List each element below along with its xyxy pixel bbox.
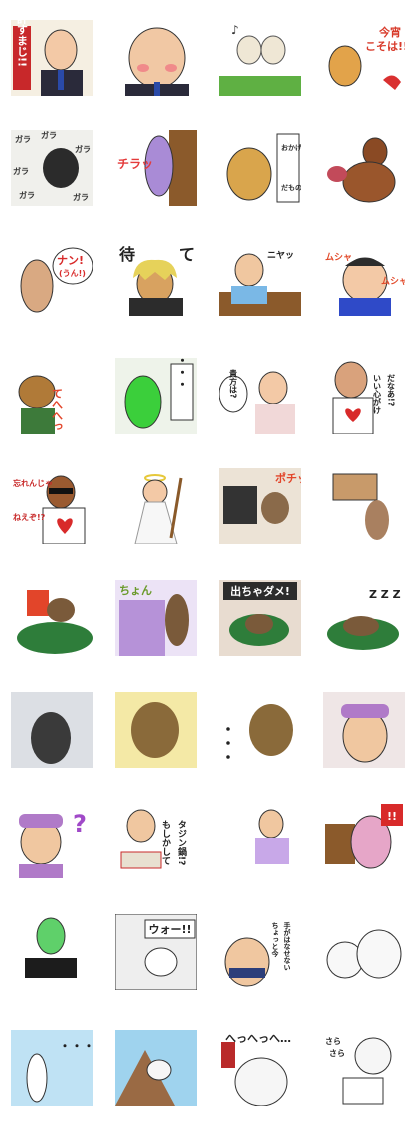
sticker-grid: 許すまじ!! ♪ 今宵 こそは!! ガラ ガラ ガラ ガラ ガラ ガラ チラッ … bbox=[0, 0, 420, 1121]
tagine-text-2: タジン鍋!? bbox=[176, 820, 187, 865]
potato-text-1: おかげさまで bbox=[281, 143, 301, 152]
question-text: ? bbox=[73, 810, 87, 838]
bowling-pin-sticker[interactable]: ・・・ bbox=[11, 1030, 93, 1106]
heart-man-sticker[interactable]: いい心がけ だなあ!? bbox=[323, 358, 405, 434]
munch-text-2: ムシャ bbox=[381, 276, 405, 287]
wait-text-2: て bbox=[179, 245, 195, 264]
cliff-creature-sticker[interactable] bbox=[115, 1030, 197, 1106]
green-face-phone-sticker[interactable] bbox=[11, 914, 93, 990]
dog-face-burst-sticker[interactable] bbox=[115, 692, 197, 768]
potato-sticker[interactable]: おかげさまで だもの bbox=[219, 130, 301, 206]
zzz-text: Z Z Z bbox=[369, 588, 401, 601]
wrestler-wait-sticker[interactable]: 待 て bbox=[115, 240, 197, 316]
naan-text: ナン! bbox=[57, 254, 84, 267]
bald-man-closeup-sticker[interactable] bbox=[115, 20, 197, 96]
click-text: ポチッ bbox=[275, 471, 301, 485]
dog-peek-sticker[interactable]: ちょん bbox=[115, 580, 197, 656]
laugh-text: へっへっへ… bbox=[225, 1032, 291, 1045]
comic-wow-sticker[interactable]: ウォー!! bbox=[115, 914, 197, 990]
smooth-text-1: さら bbox=[325, 1037, 341, 1046]
who-text: 貴方は? bbox=[229, 369, 238, 399]
rattle-text-2: ガラ bbox=[41, 130, 57, 140]
heart-text-2: だなあ!? bbox=[387, 374, 396, 407]
potato-text-2: だもの bbox=[281, 184, 301, 192]
angry-kid-sticker[interactable]: ムシャ ムシャ bbox=[323, 240, 405, 316]
rattle-text-6: ガラ bbox=[73, 192, 89, 202]
peeking-purple-sticker[interactable]: チラッ bbox=[115, 130, 197, 206]
grin-text: ニヤッ bbox=[267, 250, 294, 261]
music-note-text: ♪ bbox=[231, 23, 239, 37]
no-out-text: 出ちゃダメ! bbox=[230, 584, 290, 598]
busy-text-2: 手がはなせない bbox=[283, 921, 291, 971]
lady-walking-sticker[interactable] bbox=[219, 802, 301, 878]
munch-text-1: ムシャ bbox=[325, 252, 352, 263]
curler-lady-glare-sticker[interactable] bbox=[323, 692, 405, 768]
dog-dots-sticker[interactable]: ・・・ bbox=[219, 692, 301, 768]
forget-text-1: 忘れんじゃ bbox=[13, 478, 53, 488]
laughing-face-sticker[interactable]: へっへっへ… bbox=[219, 1030, 301, 1106]
tehe-text: てへへっ bbox=[51, 388, 64, 432]
reindeer-sticker[interactable]: 今宵 こそは!! bbox=[323, 20, 405, 96]
dog-dots-text: ・・・ bbox=[219, 722, 235, 764]
dog-laptop-sticker[interactable]: ポチッ bbox=[219, 468, 301, 544]
dancing-bulbs-sticker[interactable]: ♪ bbox=[219, 20, 301, 96]
braided-lady-sticker[interactable]: 貴方は? bbox=[219, 358, 301, 434]
sumo-sticker[interactable]: ちょっと今 手がはなせない bbox=[219, 914, 301, 990]
wait-text-1: 待 bbox=[119, 245, 135, 264]
sticker-text-1: 今宵 bbox=[378, 25, 401, 39]
dog-sleep-sticker[interactable]: Z Z Z bbox=[323, 580, 405, 656]
green-blob-sticker[interactable]: ・・・ bbox=[115, 358, 197, 434]
dog-back-sticker[interactable] bbox=[11, 692, 93, 768]
busy-text-1: ちょっと今 bbox=[271, 922, 280, 958]
forget-text-2: ねえぞ!? bbox=[13, 513, 46, 522]
gorilla-rattle-sticker[interactable]: ガラ ガラ ガラ ガラ ガラ ガラ bbox=[11, 130, 93, 206]
poke-text: ちょん bbox=[119, 584, 152, 597]
curler-lady-question-sticker[interactable]: ? bbox=[11, 802, 93, 878]
dog-box-sticker[interactable] bbox=[323, 468, 405, 544]
dog-cushion-no-sticker[interactable]: 出ちゃダメ! bbox=[219, 580, 301, 656]
rattle-text-5: ガラ bbox=[19, 190, 35, 200]
cat-painting-sticker[interactable]: さら さら bbox=[323, 1030, 405, 1106]
sunglasses-man-sticker[interactable]: 忘れんじゃ ねえぞ!? bbox=[11, 468, 93, 544]
raccoon-sticker[interactable]: てへへっ bbox=[11, 358, 93, 434]
pink-creature-sticker[interactable]: !! bbox=[323, 802, 405, 878]
sticker-text: 許すまじ!! bbox=[16, 20, 29, 67]
rattle-text-4: ガラ bbox=[13, 166, 29, 176]
muscle-man-sticker[interactable] bbox=[323, 130, 405, 206]
bread-creature-sticker[interactable]: ナン! (うん!) bbox=[11, 240, 93, 316]
rattle-text-3: ガラ bbox=[75, 144, 91, 154]
naan-text-2: (うん!) bbox=[59, 269, 86, 278]
grinning-man-sticker[interactable]: ニヤッ bbox=[219, 240, 301, 316]
white-cats-sticker[interactable] bbox=[323, 914, 405, 990]
sticker-text-2: こそは!! bbox=[365, 40, 405, 53]
dog-book-sticker[interactable] bbox=[11, 580, 93, 656]
smooth-text-2: さら bbox=[329, 1049, 345, 1058]
lady-gift-sticker[interactable]: もしかして タジン鍋!? bbox=[115, 802, 197, 878]
rattle-text-1: ガラ bbox=[15, 134, 31, 144]
pin-dots-text: ・・・ bbox=[59, 1039, 93, 1053]
wow-text: ウォー!! bbox=[148, 923, 191, 936]
wizard-sticker[interactable] bbox=[115, 468, 197, 544]
bald-man-forgive-sticker[interactable]: 許すまじ!! bbox=[11, 20, 93, 96]
heart-text-1: いい心がけ bbox=[373, 374, 382, 415]
dots-text: ・・・ bbox=[175, 358, 189, 390]
tagine-text-1: もしかして bbox=[160, 820, 171, 865]
peek-text: チラッ bbox=[117, 157, 153, 171]
alarm-text: !! bbox=[387, 810, 397, 823]
